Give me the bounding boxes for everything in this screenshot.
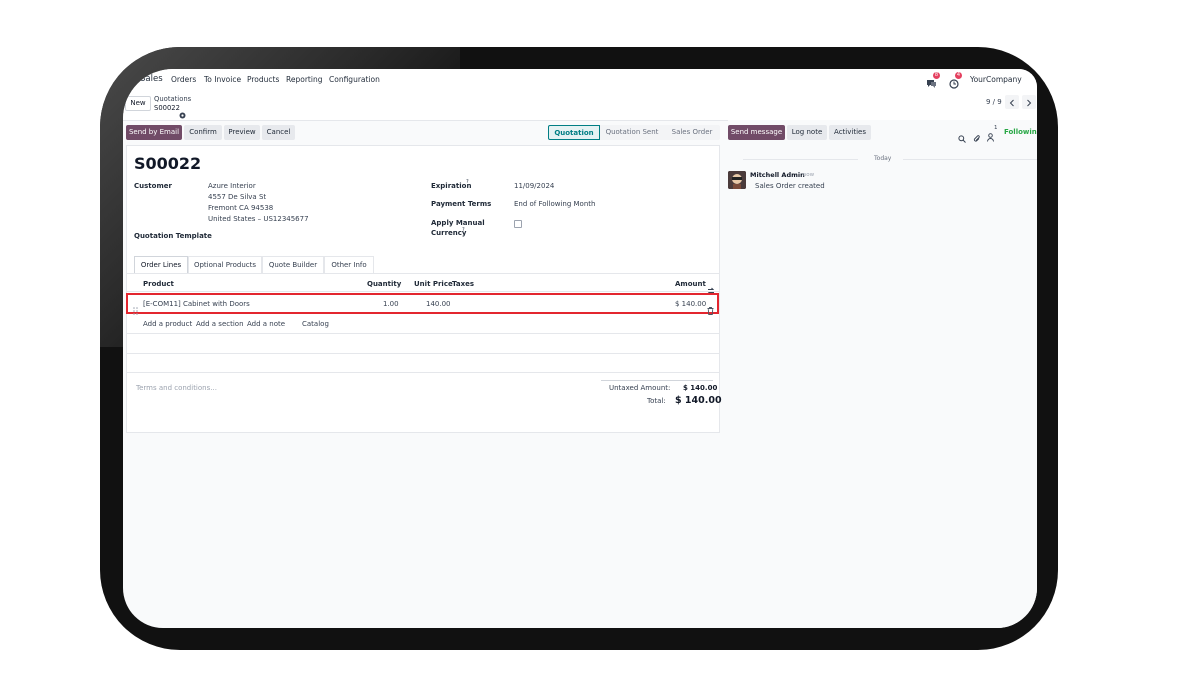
followers-icon[interactable] xyxy=(987,127,994,146)
line-quantity[interactable]: 1.00 xyxy=(383,300,399,308)
col-header-amount[interactable]: Amount xyxy=(675,280,706,288)
expiration-help-icon[interactable]: ? xyxy=(466,179,469,185)
trash-icon[interactable] xyxy=(707,300,714,319)
gear-icon[interactable] xyxy=(179,104,186,123)
confirm-button[interactable]: Confirm xyxy=(184,125,222,140)
col-header-taxes[interactable]: Taxes xyxy=(452,280,474,288)
tab-order-lines[interactable]: Order Lines xyxy=(134,256,188,273)
col-header-quantity[interactable]: Quantity xyxy=(367,280,401,288)
total-label: Total: xyxy=(647,397,666,405)
chevron-left-icon xyxy=(1009,99,1014,107)
address-line-2: Fremont CA 94538 xyxy=(208,204,274,212)
following-button[interactable]: Following xyxy=(1004,128,1037,136)
search-icon[interactable] xyxy=(958,128,966,147)
address-line-1: 4557 De Silva St xyxy=(208,193,267,201)
chat-badge: 8 xyxy=(933,72,940,79)
send-message-button[interactable]: Send message xyxy=(728,125,785,140)
message-time: - now xyxy=(799,172,815,178)
line-unit-price[interactable]: 140.00 xyxy=(426,300,451,308)
catalog-link[interactable]: Catalog xyxy=(302,320,329,328)
date-divider-right xyxy=(903,159,1037,160)
company-switcher[interactable]: YourCompany xyxy=(970,75,1022,84)
quotation-template-label: Quotation Template xyxy=(134,232,212,240)
log-note-button[interactable]: Log note xyxy=(787,125,827,140)
row-divider xyxy=(126,353,720,354)
row-divider xyxy=(126,333,720,334)
header-divider xyxy=(126,291,720,292)
stage-sales-order[interactable]: Sales Order xyxy=(664,125,720,140)
menu-orders[interactable]: Orders xyxy=(171,75,196,84)
payment-terms-label: Payment Terms xyxy=(431,200,492,208)
pager-value: 9 / 9 xyxy=(986,98,1002,106)
date-separator: Today xyxy=(874,155,892,162)
line-product[interactable]: [E-COM11] Cabinet with Doors xyxy=(143,300,250,308)
untaxed-amount-label: Untaxed Amount: xyxy=(609,384,671,392)
row-divider xyxy=(126,372,720,373)
top-navbar: Sales Orders To Invoice Products Reporti… xyxy=(123,69,1037,91)
date-divider-left xyxy=(743,159,858,160)
tab-other-info[interactable]: Other Info xyxy=(324,256,374,273)
preview-button[interactable]: Preview xyxy=(224,125,260,140)
line-amount: $ 140.00 xyxy=(675,300,707,308)
address-line-3: United States – US12345677 xyxy=(208,215,309,223)
terms-input[interactable]: Terms and conditions... xyxy=(136,384,217,392)
app-screen: Sales Orders To Invoice Products Reporti… xyxy=(123,69,1037,628)
message-author[interactable]: Mitchell Admin xyxy=(750,171,805,179)
add-product-link[interactable]: Add a product xyxy=(143,320,192,328)
payment-terms-field[interactable]: End of Following Month xyxy=(514,200,595,208)
activities-button[interactable]: Activities xyxy=(829,125,871,140)
menu-configuration[interactable]: Configuration xyxy=(329,75,380,84)
pager-prev-button[interactable] xyxy=(1005,95,1019,109)
menu-products[interactable]: Products xyxy=(247,75,279,84)
chatter-panel: Send message Log note Activities 1 Follo… xyxy=(728,120,1037,628)
col-header-unit-price[interactable]: Unit Price xyxy=(414,280,453,288)
stage-quotation-sent[interactable]: Quotation Sent xyxy=(600,125,664,140)
new-button[interactable]: New xyxy=(125,96,151,111)
menu-reporting[interactable]: Reporting xyxy=(286,75,322,84)
chevron-right-icon xyxy=(1027,99,1032,107)
activity-badge: 4 xyxy=(955,72,962,79)
control-panel: New Quotations S00022 9 / 9 xyxy=(123,90,1037,121)
menu-to-invoice[interactable]: To Invoice xyxy=(204,75,241,84)
send-by-email-button[interactable]: Send by Email xyxy=(126,125,182,140)
customer-label: Customer xyxy=(134,182,172,190)
message-body: Sales Order created xyxy=(755,182,825,190)
add-note-link[interactable]: Add a note xyxy=(247,320,285,328)
table-row[interactable]: [E-COM11] Cabinet with Doors 1.00 140.00… xyxy=(126,293,719,315)
page-title: S00022 xyxy=(134,154,202,173)
untaxed-amount-value: $ 140.00 xyxy=(683,384,718,392)
breadcrumb-quotations[interactable]: Quotations xyxy=(154,95,191,103)
totals-divider xyxy=(601,380,713,381)
paperclip-icon[interactable] xyxy=(973,128,981,147)
customer-field[interactable]: Azure Interior xyxy=(208,182,256,190)
expiration-field[interactable]: 11/09/2024 xyxy=(514,182,554,190)
manual-currency-label-1: Apply Manual xyxy=(431,219,485,227)
breadcrumb-current: S00022 xyxy=(154,104,180,112)
currency-help-icon[interactable]: ? xyxy=(462,227,465,233)
followers-count: 1 xyxy=(994,125,998,131)
tabs-divider xyxy=(126,273,720,274)
add-section-link[interactable]: Add a section xyxy=(196,320,244,328)
pager-next-button[interactable] xyxy=(1022,95,1036,109)
drag-handle-icon[interactable] xyxy=(133,300,138,319)
cancel-button[interactable]: Cancel xyxy=(262,125,295,140)
stage-quotation[interactable]: Quotation xyxy=(548,125,600,140)
app-name[interactable]: Sales xyxy=(140,74,163,84)
tab-quote-builder[interactable]: Quote Builder xyxy=(262,256,324,273)
tab-optional-products[interactable]: Optional Products xyxy=(188,256,262,273)
manual-currency-checkbox[interactable] xyxy=(514,220,522,228)
avatar[interactable] xyxy=(728,171,746,189)
col-header-product[interactable]: Product xyxy=(143,280,174,288)
total-value: $ 140.00 xyxy=(675,395,722,406)
